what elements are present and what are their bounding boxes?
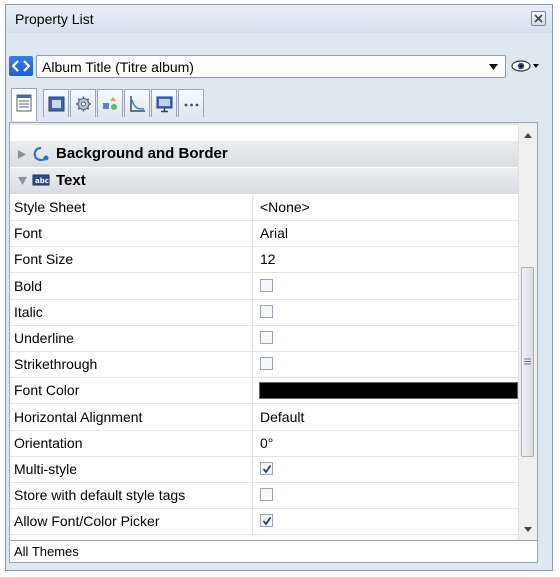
property-name: Orientation	[14, 434, 83, 451]
property-tab-bar	[9, 88, 249, 122]
property-row[interactable]: Orientation 0°	[10, 430, 520, 457]
property-row[interactable]: Font Color	[10, 378, 520, 405]
property-checkbox[interactable]	[260, 331, 273, 344]
column-divider	[252, 221, 253, 247]
object-navigator-button[interactable]	[9, 56, 33, 76]
view-options-button[interactable]	[510, 56, 542, 76]
property-name: Store with default style tags	[14, 487, 186, 504]
scroll-down-arrow-icon[interactable]	[524, 527, 532, 532]
column-divider	[252, 457, 253, 482]
status-text: All Themes	[14, 544, 79, 559]
property-list-icon	[16, 94, 32, 112]
background-border-icon	[33, 146, 49, 162]
eye-icon	[511, 60, 539, 72]
section-label: Text	[56, 172, 86, 189]
property-row[interactable]: Style Sheet <None>	[10, 195, 520, 221]
property-checkbox[interactable]	[260, 488, 273, 502]
panel-title: Property List	[15, 11, 94, 27]
property-row[interactable]: Bold	[10, 273, 520, 300]
section-background-and-border[interactable]: Background and Border	[10, 141, 520, 167]
property-name: Horizontal Alignment	[14, 408, 143, 425]
property-checkbox[interactable]	[260, 462, 273, 475]
scroll-grip-icon	[524, 358, 531, 365]
navigate-arrows-icon	[12, 60, 30, 72]
scrollbar-thumb[interactable]	[521, 267, 534, 457]
object-selector-dropdown[interactable]: Album Title (Titre album)	[36, 55, 506, 78]
column-divider	[252, 352, 253, 378]
property-row[interactable]: Multi-style	[10, 457, 520, 483]
property-name: Font Size	[14, 251, 74, 268]
vertical-scrollbar[interactable]	[518, 123, 537, 540]
text-field-icon: abc	[32, 174, 50, 186]
column-divider	[252, 195, 253, 220]
property-row[interactable]: Strikethrough	[10, 352, 520, 379]
column-divider	[252, 247, 253, 273]
gear-icon	[76, 96, 91, 112]
property-value[interactable]: 12	[260, 251, 276, 267]
object-box-icon	[48, 96, 65, 112]
svg-text:abc: abc	[35, 177, 49, 185]
property-value[interactable]: Default	[260, 409, 304, 425]
section-cut-off	[10, 123, 520, 125]
status-bar: All Themes	[9, 541, 538, 563]
property-value[interactable]: 0°	[260, 435, 273, 451]
tab-object-box[interactable]	[43, 89, 69, 117]
property-value[interactable]: <None>	[260, 199, 310, 215]
column-divider	[252, 299, 253, 325]
property-name: Strikethrough	[14, 356, 98, 373]
property-name: Allow Font/Color Picker	[14, 513, 160, 530]
property-name: Italic	[14, 303, 43, 320]
tab-settings[interactable]	[70, 89, 96, 117]
checkmark-icon	[262, 517, 272, 526]
expand-triangle-icon	[18, 150, 26, 159]
monitor-icon	[156, 96, 173, 113]
property-name: Multi-style	[14, 461, 78, 477]
column-divider	[252, 483, 253, 509]
property-row[interactable]: Horizontal Alignment Default	[10, 404, 520, 431]
property-row[interactable]: Allow Font/Color Picker	[10, 509, 520, 536]
property-row[interactable]: Font Size 12	[10, 247, 520, 274]
tab-property-list[interactable]	[11, 88, 37, 121]
tab-display[interactable]	[151, 89, 177, 117]
object-selector-value: Album Title (Titre album)	[42, 59, 194, 75]
property-name: Style Sheet	[14, 199, 86, 215]
property-row[interactable]: Underline	[10, 326, 520, 352]
property-row[interactable]: Store with default style tags	[10, 483, 520, 510]
property-checkbox[interactable]	[260, 514, 273, 528]
checkmark-icon	[262, 464, 272, 474]
property-checkbox[interactable]	[260, 278, 273, 292]
title-bar: Property List	[6, 5, 552, 33]
column-divider	[252, 404, 253, 430]
column-divider	[252, 378, 253, 404]
color-swatch[interactable]	[259, 382, 518, 400]
column-divider	[252, 273, 253, 299]
column-divider	[252, 326, 253, 351]
property-checkbox[interactable]	[260, 304, 273, 318]
close-button[interactable]	[531, 11, 546, 26]
property-name: Underline	[14, 330, 74, 346]
collapse-triangle-icon	[18, 177, 27, 185]
section-label: Background and Border	[56, 145, 228, 162]
property-row[interactable]: Italic	[10, 299, 520, 326]
property-checkbox[interactable]	[260, 357, 273, 371]
chevron-down-icon	[489, 64, 498, 70]
property-name: Font	[14, 225, 43, 242]
chart-axis-icon	[130, 96, 145, 112]
tab-shapes[interactable]	[97, 89, 123, 117]
property-grid[interactable]: Background and Border abc Text Style She…	[9, 122, 538, 541]
property-name: Font Color	[14, 382, 80, 399]
property-value[interactable]: Arial	[260, 225, 288, 241]
column-divider	[252, 509, 253, 535]
section-text[interactable]: abc Text	[10, 168, 520, 194]
close-icon	[534, 14, 543, 23]
column-divider	[252, 430, 253, 456]
tab-more[interactable]	[178, 89, 204, 117]
shapes-icon	[103, 97, 117, 110]
scroll-up-arrow-icon[interactable]	[524, 133, 532, 138]
property-row[interactable]: Font Arial	[10, 221, 520, 248]
property-name: Bold	[14, 277, 43, 294]
tab-chart[interactable]	[124, 89, 150, 117]
more-icon	[184, 103, 199, 107]
